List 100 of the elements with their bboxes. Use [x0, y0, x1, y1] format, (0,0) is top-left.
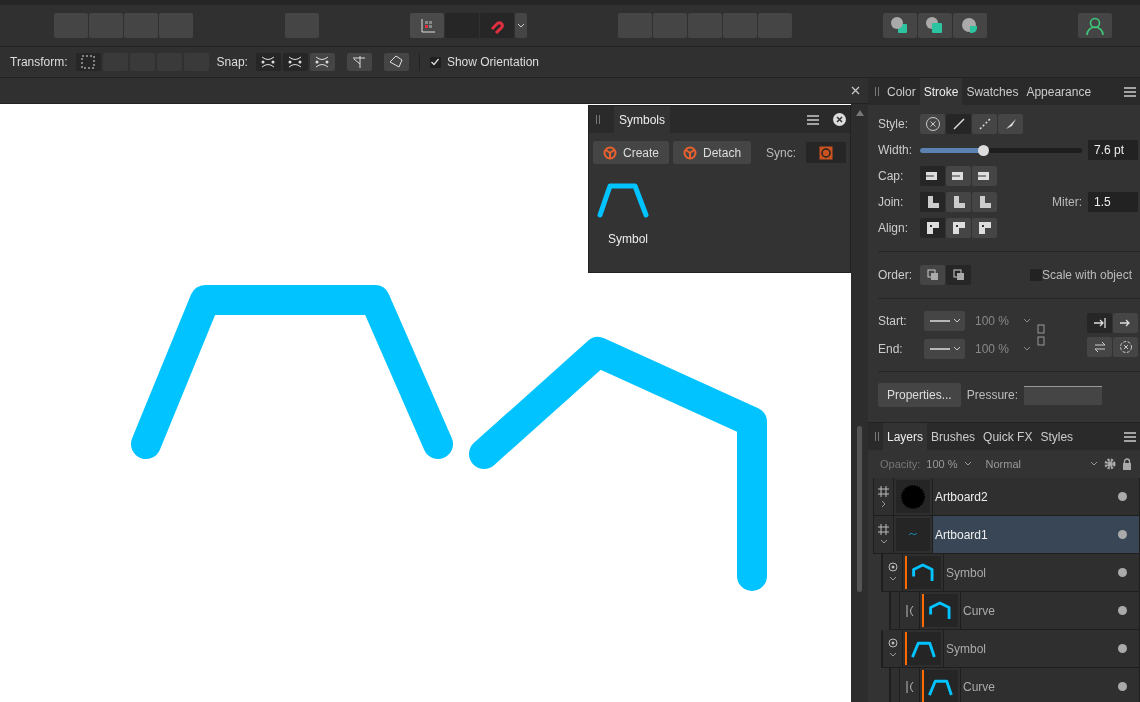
chevron-right-icon[interactable]	[879, 499, 888, 508]
properties-button[interactable]: Properties...	[878, 383, 961, 407]
cap-button[interactable]	[946, 166, 971, 186]
stroke-style-button[interactable]	[946, 114, 971, 134]
opacity-field[interactable]: 100 %	[926, 458, 958, 470]
panel-tab[interactable]: Brushes	[927, 422, 980, 451]
snapping-button[interactable]	[480, 13, 514, 38]
solid-line-icon	[951, 117, 966, 131]
arrowhead-dropdown[interactable]	[924, 339, 965, 359]
scale-with-object-label: Scale with object	[1041, 268, 1132, 282]
join-button[interactable]	[946, 192, 971, 212]
stroke-style-button[interactable]	[998, 114, 1023, 134]
panel-tab[interactable]: Color	[883, 77, 920, 106]
canvas[interactable]: Symbols Create Detach Sync: Symbol	[0, 104, 851, 702]
align-label: Align:	[878, 221, 910, 235]
chevron-down-icon[interactable]	[888, 575, 897, 583]
cap-label: Cap:	[878, 169, 905, 183]
join-button[interactable]	[920, 192, 945, 212]
shapes-icon	[890, 15, 910, 36]
pressure-graph[interactable]	[1024, 385, 1103, 405]
panel-tab[interactable]: Swatches	[962, 77, 1023, 106]
scrollbar-thumb[interactable]	[857, 426, 862, 592]
snap-label: Snap:	[216, 55, 248, 69]
close-icon[interactable]	[851, 86, 860, 95]
panel-tab[interactable]: Quick FX	[979, 422, 1037, 451]
end-label: End:	[878, 342, 904, 356]
snap-mode-button[interactable]	[282, 53, 308, 71]
menu-icon[interactable]	[1124, 431, 1136, 442]
close-icon[interactable]	[833, 113, 846, 126]
line-icon	[927, 317, 962, 325]
width-field[interactable]: 7.6 pt	[1088, 140, 1138, 160]
arrow-position-button[interactable]	[1087, 313, 1112, 333]
snap-mode-button[interactable]	[309, 53, 335, 71]
align-button[interactable]	[972, 218, 997, 238]
end-scale-field[interactable]: 100 %	[975, 342, 1019, 356]
order-button[interactable]	[920, 265, 945, 285]
layer-row[interactable]: Artboard1	[932, 516, 1139, 553]
cap-button[interactable]	[972, 166, 997, 186]
blend-mode-dropdown[interactable]: Normal	[985, 458, 1084, 470]
boolean-subtract-button[interactable]	[918, 13, 952, 38]
panel-tab[interactable]: Stroke	[919, 77, 963, 106]
panel-tab[interactable]: Styles	[1036, 422, 1078, 451]
symbol-icon	[683, 145, 698, 160]
stroke-align-icon	[977, 221, 992, 235]
arrow-icon	[1092, 317, 1107, 329]
line-join-icon	[951, 195, 966, 209]
panel-tab[interactable]: Symbols	[614, 105, 670, 134]
arrow-position-button[interactable]	[1113, 313, 1138, 333]
detach-button[interactable]: Detach	[673, 141, 752, 164]
join-label: Join:	[878, 195, 905, 209]
node-icon	[351, 54, 368, 70]
account-button[interactable]	[1078, 13, 1112, 38]
symbol-icon	[887, 638, 898, 648]
panel-tab[interactable]: Appearance	[1022, 77, 1096, 106]
scroll-up-icon[interactable]	[855, 110, 864, 116]
boolean-intersect-button[interactable]	[953, 13, 987, 38]
chevron-down-icon[interactable]	[888, 651, 897, 659]
snap-mode-button[interactable]	[255, 53, 281, 71]
snapping-grid-button[interactable]	[410, 13, 444, 38]
squares-icon	[952, 269, 965, 281]
chevron-down-icon[interactable]	[1090, 461, 1098, 467]
snap-option-button[interactable]	[383, 53, 409, 71]
dashed-line-icon	[977, 117, 992, 131]
align-button[interactable]	[920, 218, 945, 238]
sync-icon	[819, 145, 833, 160]
chevron-down-icon	[517, 22, 525, 29]
pressure-label: Pressure:	[966, 388, 1019, 402]
chevron-down-icon[interactable]	[1023, 346, 1031, 352]
checkbox[interactable]	[429, 56, 441, 68]
reset-button[interactable]	[1113, 337, 1138, 357]
cap-button[interactable]	[920, 166, 945, 186]
chevron-down-icon[interactable]	[1023, 318, 1031, 324]
create-button[interactable]: Create	[593, 141, 670, 164]
user-icon	[1085, 15, 1105, 36]
miter-field[interactable]: 1.5	[1088, 192, 1138, 212]
squares-icon	[926, 269, 939, 281]
chevron-down-icon[interactable]	[963, 461, 972, 467]
swap-button[interactable]	[1087, 337, 1112, 357]
order-button[interactable]	[946, 265, 971, 285]
align-button[interactable]	[946, 218, 971, 238]
stroke-style-button[interactable]	[972, 114, 997, 134]
symbol-icon	[887, 562, 898, 572]
reset-icon	[1118, 340, 1133, 354]
menu-icon[interactable]	[1124, 86, 1136, 97]
boolean-add-button[interactable]	[883, 13, 917, 38]
bounding-box-button[interactable]	[75, 53, 101, 71]
curve-icon	[905, 680, 914, 693]
arrowhead-dropdown[interactable]	[924, 311, 965, 331]
lock-icon[interactable]	[1122, 458, 1132, 470]
stroke-style-button[interactable]	[920, 114, 945, 134]
settings-icon[interactable]	[1104, 458, 1116, 470]
join-button[interactable]	[972, 192, 997, 212]
width-slider[interactable]	[920, 147, 1082, 153]
link-icon[interactable]	[1037, 324, 1045, 346]
sync-button[interactable]	[806, 142, 846, 163]
panel-tab[interactable]: Layers	[883, 422, 928, 451]
start-scale-field[interactable]: 100 %	[975, 314, 1019, 328]
menu-icon[interactable]	[807, 114, 819, 125]
snap-option-button[interactable]	[346, 53, 372, 71]
chevron-down-icon[interactable]	[879, 537, 888, 546]
